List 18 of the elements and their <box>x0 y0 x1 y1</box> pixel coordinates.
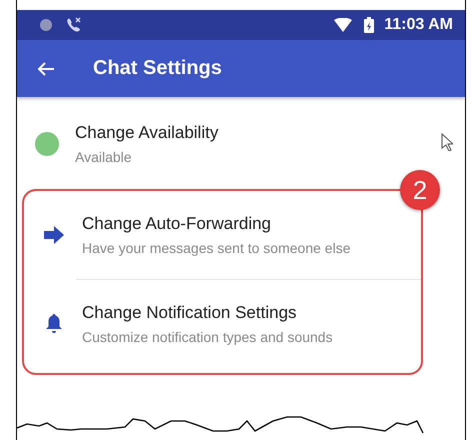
item-title: Change Notification Settings <box>82 302 298 322</box>
battery-icon <box>364 17 374 33</box>
back-icon[interactable] <box>37 60 55 76</box>
settings-item[interactable]: Change Notification Settings Customize notification types and sounds <box>76 279 421 367</box>
step-badge: 2 <box>400 170 440 210</box>
status-time: 11:03 AM <box>384 16 453 34</box>
bell-icon <box>46 314 62 334</box>
item-title: Change Availability <box>75 123 218 143</box>
mouse-pointer-icon <box>441 133 453 151</box>
item-title: Change Auto-Forwarding <box>82 214 272 234</box>
item-subtitle: Customize notification types and sounds <box>82 328 333 344</box>
arrow-icon <box>44 226 64 244</box>
item-subtitle: Have your messages sent to someone else <box>82 240 350 256</box>
screen-title: Chat Settings <box>93 57 222 80</box>
phone-icon <box>65 17 83 33</box>
item-subtitle: Available <box>75 149 133 165</box>
wifi-icon <box>334 18 352 32</box>
circle-icon <box>39 18 53 32</box>
